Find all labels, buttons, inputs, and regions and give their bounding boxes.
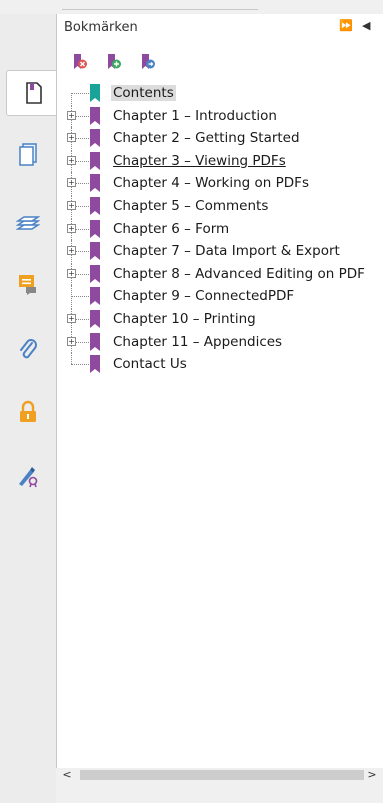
- expand-toggle[interactable]: +: [67, 336, 76, 346]
- bookmark-item[interactable]: Contents: [57, 82, 383, 104]
- bookmark-icon: [90, 242, 100, 261]
- expand-toggle[interactable]: +: [67, 133, 76, 143]
- expand-toggle[interactable]: +: [67, 110, 76, 120]
- expand-toggle[interactable]: +: [67, 155, 76, 165]
- bookmark-item[interactable]: + Chapter 4 – Working on PDFs: [57, 172, 383, 195]
- bookmark-item[interactable]: + Chapter 2 – Getting Started: [57, 127, 383, 150]
- tree-connector: [71, 93, 72, 104]
- bookmark-delete-icon: [74, 54, 87, 69]
- bookmark-toolbar: [69, 52, 159, 72]
- bookmark-icon: [90, 264, 100, 283]
- expand-toggle[interactable]: +: [67, 268, 76, 278]
- scroll-left-button[interactable]: <: [60, 768, 74, 782]
- bookmarks-tab[interactable]: [6, 70, 60, 116]
- bookmark-item[interactable]: Chapter 9 – ConnectedPDF: [57, 285, 383, 308]
- panel-title: Bokmärken: [64, 20, 138, 35]
- bookmark-icon: [90, 129, 100, 148]
- lock-icon: [20, 400, 36, 422]
- bookmark-label[interactable]: Chapter 9 – ConnectedPDF: [113, 288, 294, 304]
- bookmark-label[interactable]: Chapter 3 – Viewing PDFs: [113, 153, 286, 169]
- bookmark-label[interactable]: Chapter 2 – Getting Started: [113, 130, 300, 146]
- bookmark-item[interactable]: + Chapter 7 – Data Import & Export: [57, 240, 383, 263]
- bookmark-find-icon: [142, 54, 155, 69]
- horizontal-scrollbar[interactable]: < >: [56, 768, 383, 782]
- bookmark-item[interactable]: + Chapter 10 – Printing: [57, 308, 383, 330]
- attachments-tab[interactable]: [5, 328, 51, 372]
- bookmark-label[interactable]: Contact Us: [113, 356, 187, 372]
- bookmark-icon: [90, 197, 100, 215]
- navigation-rail: [0, 14, 60, 803]
- bookmark-icon: [90, 310, 100, 328]
- expand-bookmark-button[interactable]: [103, 52, 125, 72]
- comments-tab[interactable]: [5, 262, 51, 306]
- layers-tab[interactable]: [5, 200, 51, 244]
- pages-icon: [19, 143, 37, 166]
- collapse-panel-button[interactable]: ⏩: [339, 19, 353, 32]
- signatures-tab[interactable]: [5, 454, 51, 498]
- expand-toggle[interactable]: +: [67, 201, 76, 210]
- bookmark-icon: [90, 219, 100, 238]
- bookmarks-panel: Bokmärken ⏩ ◀ Contents + Chapter 1 – Int…: [56, 14, 383, 768]
- bookmark-label[interactable]: Chapter 6 – Form: [113, 221, 229, 237]
- expand-toggle[interactable]: +: [67, 314, 76, 323]
- tree-connector: [71, 364, 89, 366]
- bookmark-label[interactable]: Chapter 11 – Appendices: [113, 334, 282, 350]
- bookmark-item[interactable]: Contact Us: [57, 353, 383, 375]
- bookmark-item[interactable]: + Chapter 8 – Advanced Editing on PDF: [57, 262, 383, 285]
- scroll-thumb[interactable]: [80, 770, 364, 780]
- bookmark-label[interactable]: Contents: [111, 85, 176, 101]
- tab-divider: [62, 0, 258, 10]
- bookmark-item[interactable]: + Chapter 5 – Comments: [57, 195, 383, 217]
- bookmark-icon: [90, 151, 100, 170]
- comment-icon: [19, 275, 36, 295]
- bookmark-icon: [90, 287, 100, 306]
- tree-connector: [71, 353, 72, 365]
- bookmark-item[interactable]: + Chapter 11 – Appendices: [57, 330, 383, 353]
- find-bookmark-button[interactable]: [137, 52, 159, 72]
- bookmark-icon: [90, 332, 100, 351]
- expand-toggle[interactable]: +: [67, 178, 76, 188]
- page-icon: [25, 82, 42, 104]
- bookmark-icon: [90, 174, 100, 193]
- bookmark-label[interactable]: Chapter 4 – Working on PDFs: [113, 175, 309, 191]
- pages-tab[interactable]: [5, 132, 51, 176]
- bookmark-item[interactable]: + Chapter 3 – Viewing PDFs: [57, 149, 383, 172]
- expand-toggle[interactable]: +: [67, 223, 76, 233]
- bottom-strip: [56, 782, 383, 803]
- top-strip: [0, 0, 383, 14]
- bookmark-label[interactable]: Chapter 5 – Comments: [113, 198, 268, 214]
- delete-bookmark-button[interactable]: [69, 52, 91, 72]
- bookmark-label[interactable]: Chapter 7 – Data Import & Export: [113, 243, 340, 259]
- bookmark-label[interactable]: Chapter 1 – Introduction: [113, 108, 277, 124]
- tree-connector: [71, 296, 89, 298]
- bookmark-label[interactable]: Chapter 8 – Advanced Editing on PDF: [113, 266, 365, 282]
- bookmark-item[interactable]: + Chapter 1 – Introduction: [57, 104, 383, 127]
- bookmark-icon: [90, 355, 100, 374]
- tree-connector: [71, 93, 89, 94]
- signature-icon: [19, 467, 38, 488]
- bookmark-icon: [90, 84, 100, 102]
- panel-options-button[interactable]: ◀: [362, 19, 370, 32]
- bookmark-expand-icon: [108, 54, 121, 69]
- bookmark-icon: [90, 106, 100, 125]
- paperclip-icon: [20, 339, 37, 359]
- bookmark-item[interactable]: + Chapter 6 – Form: [57, 217, 383, 240]
- bookmark-label[interactable]: Chapter 10 – Printing: [113, 311, 256, 327]
- scroll-right-button[interactable]: >: [365, 768, 379, 782]
- security-tab[interactable]: [5, 390, 51, 434]
- expand-toggle[interactable]: +: [67, 246, 76, 256]
- layers-icon: [16, 216, 40, 230]
